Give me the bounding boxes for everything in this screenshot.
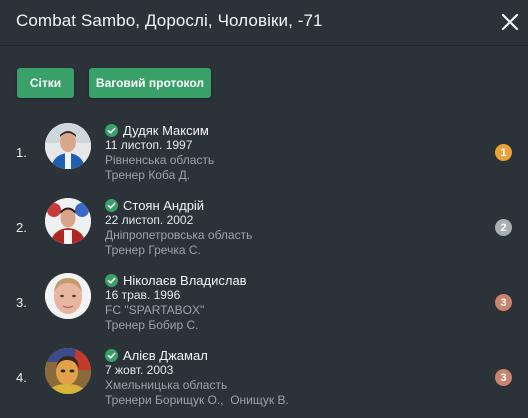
athlete-row[interactable]: 3. Ніколаєв Владислав 16 трав. 1996 FC "… (0, 268, 528, 343)
athlete-dob: 7 жовт. 2003 (105, 363, 174, 377)
athlete-dob: 22 листоп. 2002 (105, 213, 194, 227)
close-icon[interactable] (500, 12, 520, 32)
athlete-name[interactable]: Ніколаєв Владислав (123, 273, 247, 288)
athlete-info: Алієв Джамал 7 жовт. 2003 Хмельницька об… (105, 347, 289, 408)
athlete-row[interactable]: 2. Стоян Андрій 22 листоп. 2002 Дніпропе… (0, 193, 528, 268)
athlete-name[interactable]: Дудяк Максим (123, 123, 209, 138)
medal-badge: 3 (495, 294, 512, 311)
avatar (45, 198, 91, 244)
medal-badge: 2 (495, 219, 512, 236)
verified-icon (105, 198, 118, 212)
athlete-coach: Тренери Борищук О., Онищук В. (105, 393, 289, 407)
athlete-region: Рівненська область (105, 153, 215, 167)
avatar (45, 273, 91, 319)
dialog-header: Combat Sambo, Дорослі, Чоловіки, -71 (0, 0, 528, 44)
verified-icon (105, 348, 118, 362)
athlete-coach: Тренер Бобир С. (105, 318, 199, 332)
header-divider (0, 45, 528, 46)
athlete-name[interactable]: Стоян Андрій (123, 198, 204, 213)
athlete-info: Ніколаєв Владислав 16 трав. 1996 FC "SPA… (105, 272, 247, 333)
weigh-protocol-button[interactable]: Ваговий протокол (89, 68, 211, 98)
athlete-dob: 11 листоп. 1997 (105, 138, 193, 152)
athlete-row[interactable]: 4. Алієв Джамал 7 жовт. 2003 Хмельницька… (0, 343, 528, 418)
medal-badge: 3 (495, 369, 512, 386)
place-number: 2. (16, 220, 27, 235)
athlete-coach: Тренер Коба Д. (105, 168, 191, 182)
athlete-dob: 16 трав. 1996 (105, 288, 181, 302)
dialog-title: Combat Sambo, Дорослі, Чоловіки, -71 (16, 11, 323, 30)
place-number: 4. (16, 370, 27, 385)
athlete-region: Хмельницька область (105, 378, 228, 392)
grids-button[interactable]: Сітки (17, 68, 74, 98)
athlete-info: Дудяк Максим 11 листоп. 1997 Рівненська … (105, 122, 214, 183)
athlete-region: Дніпропетровська область (105, 228, 253, 242)
avatar (45, 123, 91, 169)
athlete-coach: Тренер Гречка С. (105, 243, 201, 257)
medal-badge: 1 (495, 144, 512, 161)
verified-icon (105, 273, 118, 287)
place-number: 3. (16, 295, 27, 310)
athlete-info: Стоян Андрій 22 листоп. 2002 Дніпропетро… (105, 197, 252, 258)
athlete-name[interactable]: Алієв Джамал (123, 348, 208, 363)
athlete-row[interactable]: 1. Дудяк Максим 11 листоп. 1997 Рівненсь… (0, 118, 528, 193)
athlete-region: FC "SPARTABOX" (105, 303, 205, 317)
avatar (45, 348, 91, 394)
verified-icon (105, 123, 118, 137)
place-number: 1. (16, 145, 27, 160)
